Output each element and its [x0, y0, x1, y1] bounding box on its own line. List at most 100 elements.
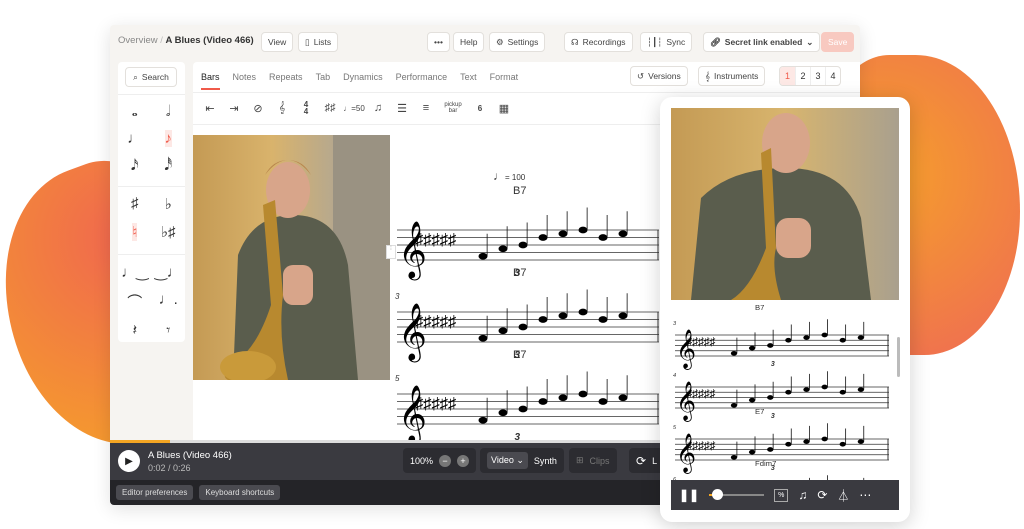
chord-symbol[interactable]: E7 [755, 407, 764, 416]
loop-button[interactable]: ⟳ L [629, 448, 665, 473]
insert-bar-after-icon[interactable]: ⇥ [225, 99, 243, 117]
waveform-icon: ┆┃┆ [647, 36, 663, 47]
breadcrumb-overview[interactable]: Overview [118, 35, 158, 46]
tempo-marking[interactable]: ♩= 100 [493, 169, 525, 183]
dotted-note-icon[interactable]: ♩. [159, 291, 178, 312]
zoom-in-icon[interactable]: + [457, 454, 470, 467]
audio-source-selector: Video ⌄ Synth [480, 448, 564, 473]
note-head [821, 436, 828, 441]
loop-icon[interactable]: ⟳ [817, 488, 827, 502]
tab-staff-icon[interactable]: ▦ [495, 99, 513, 117]
pause-icon[interactable]: ❚❚ [679, 488, 699, 502]
page-3[interactable]: 3 [810, 67, 825, 85]
view-button[interactable]: View [261, 32, 294, 52]
note-head [598, 234, 608, 241]
search-button[interactable]: ⌕ Search [125, 67, 177, 87]
sixteenth-note-icon[interactable]: 𝅘𝅥𝅯 [131, 157, 139, 174]
chord-symbol[interactable]: B7 [755, 303, 764, 312]
tab-performance[interactable]: Performance [396, 64, 448, 90]
recordings-button[interactable]: ☊ Recordings [564, 32, 633, 52]
settings-button[interactable]: ⚙ Settings [489, 32, 546, 52]
lists-button[interactable]: ▯ Lists [298, 32, 339, 52]
barline-icon[interactable]: ☰ [393, 99, 411, 117]
more-icon[interactable]: ⋯ [859, 488, 871, 502]
tab-repeats[interactable]: Repeats [269, 64, 303, 90]
tab-notes[interactable]: Notes [233, 64, 257, 90]
note-head [618, 312, 628, 320]
phone-video[interactable] [671, 108, 899, 300]
sync-button[interactable]: ┆┃┆ Sync [640, 32, 693, 52]
gear-icon: ⚙ [496, 36, 504, 47]
half-note-icon[interactable]: 𝅗𝅥 [166, 103, 171, 120]
chord-symbol[interactable]: B7 [513, 267, 526, 279]
note-head [803, 386, 810, 392]
tab-text[interactable]: Text [460, 64, 477, 90]
save-button[interactable]: Save [821, 32, 855, 52]
note-head [558, 230, 568, 238]
seek-slider[interactable] [709, 489, 765, 500]
instruments-icon[interactable]: ♫ [798, 488, 807, 502]
eighth-note-icon[interactable]: ♪ [164, 130, 172, 147]
note-head [785, 337, 792, 343]
video-player[interactable] [193, 135, 390, 380]
page-1[interactable]: 1 [780, 67, 795, 85]
zoom-value: 100% [410, 455, 434, 466]
synth-option[interactable]: Synth [534, 456, 557, 466]
clips-label: Clips [589, 455, 610, 466]
thirtysecond-note-icon[interactable]: 𝅘𝅥𝅰 [164, 157, 172, 174]
staff-lines-icon[interactable]: ≡ [417, 99, 435, 117]
multirest-icon[interactable]: 6 [471, 99, 489, 117]
tempo-icon[interactable]: ♩=50 [343, 99, 365, 117]
chord-symbol[interactable]: E7 [513, 349, 526, 361]
note-head [767, 446, 774, 452]
chord-symbol[interactable]: B7 [513, 185, 526, 197]
phone-scrollbar[interactable] [897, 337, 900, 377]
loop-label: L [652, 455, 658, 466]
keyboard-shortcuts-button[interactable]: Keyboard shortcuts [199, 485, 281, 500]
flat-sharp-icon[interactable]: ♭♯ [161, 223, 176, 241]
instruments-button[interactable]: 𝄞 Instruments [698, 66, 766, 86]
play-button[interactable]: ▶ [118, 450, 140, 472]
eighth-rest-icon[interactable]: 𝄾 [166, 322, 170, 339]
pickup-bar-button[interactable]: pickup bar [441, 99, 465, 117]
key-signature-icon[interactable]: ♯♯ [321, 99, 339, 117]
page-selector: 1 2 3 4 [779, 66, 841, 86]
tuplet-icon[interactable]: ♫ [369, 99, 387, 117]
more-button[interactable]: ••• [427, 32, 450, 52]
quarter-rest-icon[interactable]: 𝄽 [132, 322, 137, 339]
versions-button[interactable]: ↺ Versions [630, 66, 688, 86]
tab-bars[interactable]: Bars [201, 64, 220, 90]
seek-thumb[interactable] [712, 489, 724, 500]
metronome-icon[interactable]: ⏃ [837, 487, 849, 504]
page-4[interactable]: 4 [825, 67, 840, 85]
time-signature-icon[interactable]: 44 [297, 99, 315, 117]
tab-tab[interactable]: Tab [316, 64, 331, 90]
tie-left-icon[interactable]: ♩‿ [121, 263, 148, 281]
chord-symbol[interactable]: Fdim7 [755, 459, 776, 468]
staff[interactable]: 𝄞♯♯♯♯♯ [671, 470, 893, 481]
page-2[interactable]: 2 [795, 67, 810, 85]
help-button[interactable]: Help [453, 32, 485, 52]
clef-icon[interactable]: 𝄞 [273, 99, 291, 117]
speed-button[interactable]: % [774, 488, 789, 502]
video-source-dropdown[interactable]: Video ⌄ [487, 452, 528, 469]
tab-format[interactable]: Format [490, 64, 519, 90]
editor-preferences-button[interactable]: Editor preferences [116, 485, 194, 500]
note-head [558, 394, 568, 402]
insert-bar-before-icon[interactable]: ⇤ [201, 99, 219, 117]
whole-note-icon[interactable]: 𝅝 [132, 103, 138, 120]
natural-icon[interactable]: ♮ [132, 223, 138, 241]
tab-dynamics[interactable]: Dynamics [343, 64, 383, 90]
slur-icon[interactable]: ⌒ [127, 291, 142, 312]
delete-bar-icon[interactable]: ⊘ [249, 99, 267, 117]
secret-link-dropdown[interactable]: 🔗︎ Secret link enabled ⌄ [703, 32, 821, 52]
note-head [498, 327, 508, 335]
quarter-note-icon[interactable]: ♩ [127, 130, 142, 147]
sharp-icon[interactable]: ♯ [131, 195, 139, 213]
tie-right-icon[interactable]: ‿♩ [155, 263, 182, 281]
flat-icon[interactable]: ♭ [165, 195, 172, 213]
zoom-out-icon[interactable]: − [439, 454, 452, 467]
note-head [478, 334, 488, 342]
note-head [538, 316, 548, 323]
clips-button[interactable]: ⊞ Clips [569, 448, 617, 473]
